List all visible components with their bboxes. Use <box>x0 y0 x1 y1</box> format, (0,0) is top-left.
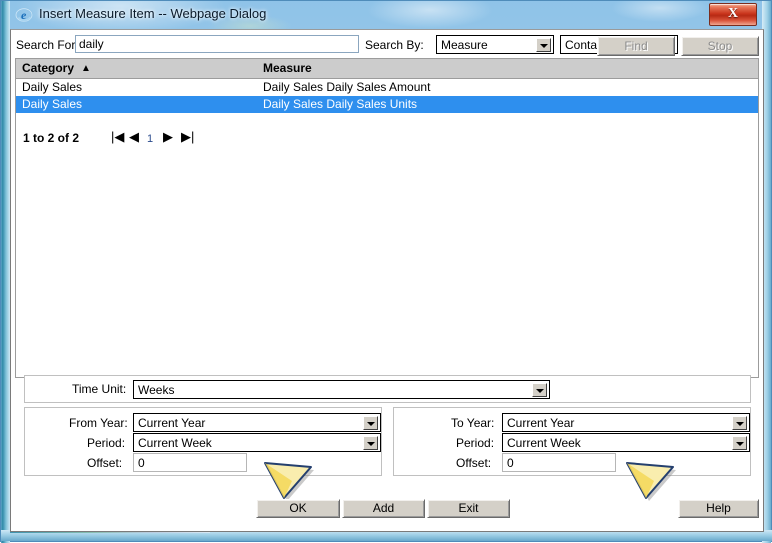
chevron-down-icon[interactable] <box>732 416 747 430</box>
pagination-bar: 1 to 2 of 2 |◀ ◀ 1 ▶ ▶| <box>15 128 759 150</box>
exit-button[interactable]: Exit <box>427 499 510 518</box>
results-list-body <box>15 126 759 378</box>
find-button-label: Find <box>598 37 674 55</box>
close-button[interactable]: X <box>709 3 757 26</box>
search-by-dropdown[interactable]: Measure <box>436 35 554 54</box>
from-period-dropdown[interactable]: Current Week <box>133 433 381 452</box>
from-offset-input[interactable] <box>133 453 247 472</box>
close-icon: X <box>710 6 756 22</box>
column-header-category-label: Category <box>22 61 74 75</box>
from-period-label: Period: <box>87 436 125 450</box>
chevron-down-icon[interactable] <box>363 416 378 430</box>
to-period-label: Period: <box>456 436 494 450</box>
from-year-dropdown[interactable]: Current Year <box>133 413 381 432</box>
chevron-down-icon[interactable] <box>532 383 547 397</box>
chevron-down-icon[interactable] <box>363 436 378 450</box>
table-row[interactable]: Daily Sales Daily Sales Daily Sales Amou… <box>16 79 758 96</box>
from-year-label: From Year: <box>69 416 128 430</box>
from-period-value: Current Week <box>138 436 212 450</box>
ok-button[interactable]: OK <box>256 499 340 518</box>
column-header-measure[interactable]: Measure <box>263 61 312 75</box>
add-button-label: Add <box>343 500 424 517</box>
search-by-value: Measure <box>441 38 488 52</box>
last-page-icon[interactable]: ▶| <box>181 130 194 144</box>
time-unit-value: Weeks <box>138 383 174 397</box>
page-number[interactable]: 1 <box>147 132 153 146</box>
time-unit-dropdown[interactable]: Weeks <box>133 380 550 399</box>
cell-category: Daily Sales <box>22 80 82 94</box>
from-year-value: Current Year <box>138 416 205 430</box>
from-period-panel: From Year: Current Year Period: Current … <box>24 407 382 476</box>
next-page-icon[interactable]: ▶ <box>163 130 173 144</box>
add-button[interactable]: Add <box>342 499 425 518</box>
cell-measure: Daily Sales Daily Sales Units <box>263 97 417 111</box>
to-period-value: Current Week <box>507 436 581 450</box>
previous-page-icon[interactable]: ◀ <box>129 130 139 144</box>
internet-explorer-icon: e <box>15 6 33 24</box>
dialog-client-area: Search For: Search By: Measure Contains … <box>10 29 764 532</box>
ok-button-label: OK <box>257 500 339 517</box>
search-for-label: Search For: <box>16 38 79 52</box>
time-unit-panel: Time Unit: Weeks <box>24 375 751 403</box>
column-header-measure-label: Measure <box>263 61 312 75</box>
to-period-dropdown[interactable]: Current Week <box>502 433 750 452</box>
first-page-icon[interactable]: |◀ <box>111 130 124 144</box>
to-year-dropdown[interactable]: Current Year <box>502 413 750 432</box>
exit-button-label: Exit <box>428 500 509 517</box>
to-period-panel: To Year: Current Year Period: Current We… <box>393 407 751 476</box>
svg-text:e: e <box>21 8 27 22</box>
search-by-label: Search By: <box>365 38 424 52</box>
search-input[interactable] <box>75 35 359 53</box>
from-offset-label: Offset: <box>87 456 122 470</box>
window-frame-left <box>1 1 10 543</box>
sort-ascending-icon: ▲ <box>81 63 91 74</box>
stop-button[interactable]: Stop <box>681 36 759 56</box>
stop-button-label: Stop <box>682 37 758 55</box>
chevron-down-icon[interactable] <box>536 38 551 52</box>
to-offset-input[interactable] <box>502 453 616 472</box>
time-unit-label: Time Unit: <box>72 382 126 396</box>
help-button[interactable]: Help <box>678 499 759 518</box>
cell-measure: Daily Sales Daily Sales Amount <box>263 80 430 94</box>
to-offset-label: Offset: <box>456 456 491 470</box>
insert-measure-item-dialog: e Insert Measure Item -- Webpage Dialog … <box>0 0 772 542</box>
title-bar[interactable]: e Insert Measure Item -- Webpage Dialog … <box>10 2 764 29</box>
find-button[interactable]: Find <box>597 36 675 56</box>
record-count-label: 1 to 2 of 2 <box>23 131 79 145</box>
results-grid[interactable]: Category ▲ Measure Daily Sales Daily Sale… <box>15 58 759 126</box>
column-header-category[interactable]: Category ▲ <box>22 61 91 75</box>
search-toolbar: Search For: Search By: Measure Contains … <box>11 33 763 57</box>
chevron-down-icon[interactable] <box>732 436 747 450</box>
to-year-label: To Year: <box>451 416 494 430</box>
to-year-value: Current Year <box>507 416 574 430</box>
table-row[interactable]: Daily Sales Daily Sales Daily Sales Unit… <box>16 96 758 113</box>
help-button-label: Help <box>679 500 758 517</box>
cell-category: Daily Sales <box>22 97 82 111</box>
grid-header-row: Category ▲ Measure <box>16 59 758 79</box>
window-title: Insert Measure Item -- Webpage Dialog <box>39 6 266 21</box>
